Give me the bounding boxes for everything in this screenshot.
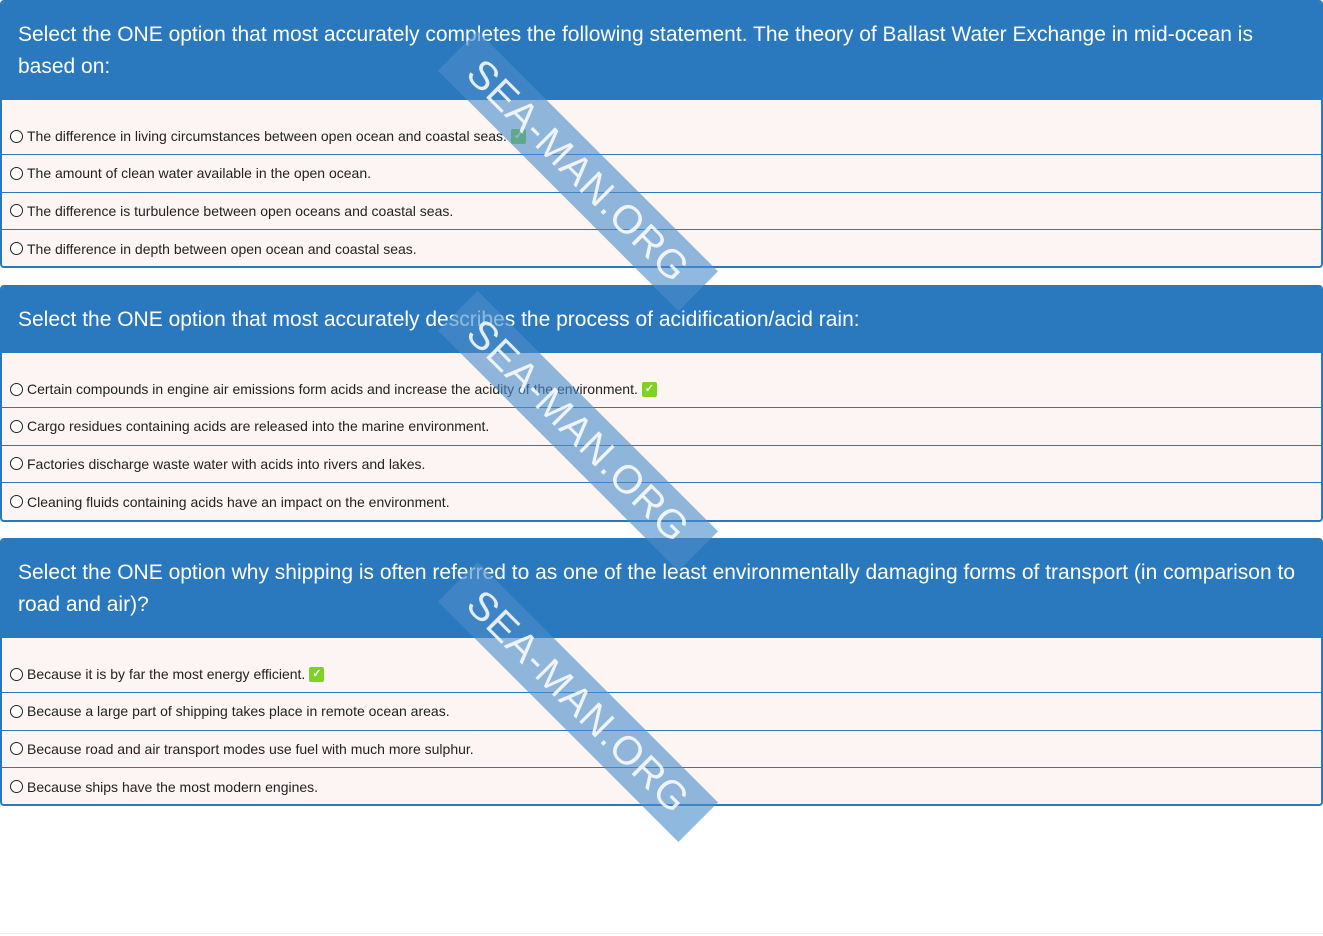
answer-option[interactable]: Cleaning fluids containing acids have an… <box>2 483 1321 520</box>
answer-label: The difference in living circumstances b… <box>27 128 507 144</box>
answer-option[interactable]: The difference in living circumstances b… <box>2 100 1321 155</box>
question-panel-2: Select the ONE option that most accurate… <box>0 285 1323 522</box>
question-prompt: Select the ONE option why shipping is of… <box>2 540 1321 638</box>
answer-label: The amount of clean water available in t… <box>27 165 372 182</box>
radio-button[interactable] <box>10 495 23 509</box>
radio-button[interactable] <box>10 204 23 218</box>
radio-button[interactable] <box>10 382 23 396</box>
answer-option[interactable]: Certain compounds in engine air emission… <box>2 353 1321 408</box>
answer-option[interactable]: Because ships have the most modern engin… <box>2 768 1321 804</box>
answer-option[interactable]: The difference in depth between open oce… <box>2 230 1321 266</box>
answer-option[interactable]: The amount of clean water available in t… <box>2 155 1321 193</box>
question-panel-3: Select the ONE option why shipping is of… <box>0 538 1323 806</box>
answer-label: Factories discharge waste water with aci… <box>27 455 426 472</box>
answer-label: Certain compounds in engine air emission… <box>27 381 638 397</box>
answer-option[interactable]: Because it is by far the most energy eff… <box>2 638 1321 693</box>
question-prompt: Select the ONE option that most accurate… <box>2 287 1321 353</box>
radio-button[interactable] <box>10 667 23 681</box>
radio-button[interactable] <box>10 704 23 718</box>
answer-option[interactable]: Factories discharge waste water with aci… <box>2 446 1321 483</box>
correct-check-icon: ✓ <box>641 381 657 397</box>
answer-label: Cleaning fluids containing acids have an… <box>27 493 450 510</box>
radio-button[interactable] <box>10 242 23 256</box>
answer-option[interactable]: Because a large part of shipping takes p… <box>2 693 1321 731</box>
radio-button[interactable] <box>10 742 23 756</box>
answer-option[interactable]: The difference is turbulence between ope… <box>2 193 1321 230</box>
radio-button[interactable] <box>10 457 23 471</box>
radio-button[interactable] <box>10 166 23 180</box>
answer-label: The difference is turbulence between ope… <box>27 202 454 219</box>
radio-button[interactable] <box>10 419 23 433</box>
answer-label: Because road and air transport modes use… <box>27 740 474 757</box>
radio-button[interactable] <box>10 780 23 794</box>
answer-label: Because ships have the most modern engin… <box>27 778 319 795</box>
radio-button[interactable] <box>10 129 23 143</box>
correct-check-icon: ✓ <box>309 666 325 682</box>
answer-option[interactable]: Cargo residues containing acids are rele… <box>2 408 1321 446</box>
answer-label: The difference in depth between open oce… <box>27 240 417 257</box>
question-panel-1: Select the ONE option that most accurate… <box>0 0 1323 268</box>
answer-label: Because it is by far the most energy eff… <box>27 666 306 682</box>
correct-check-icon: ✓ <box>510 128 526 144</box>
question-prompt: Select the ONE option that most accurate… <box>2 2 1321 100</box>
answer-label: Because a large part of shipping takes p… <box>27 703 450 720</box>
divider <box>0 933 1323 934</box>
answer-label: Cargo residues containing acids are rele… <box>27 418 490 435</box>
answer-option[interactable]: Because road and air transport modes use… <box>2 731 1321 768</box>
